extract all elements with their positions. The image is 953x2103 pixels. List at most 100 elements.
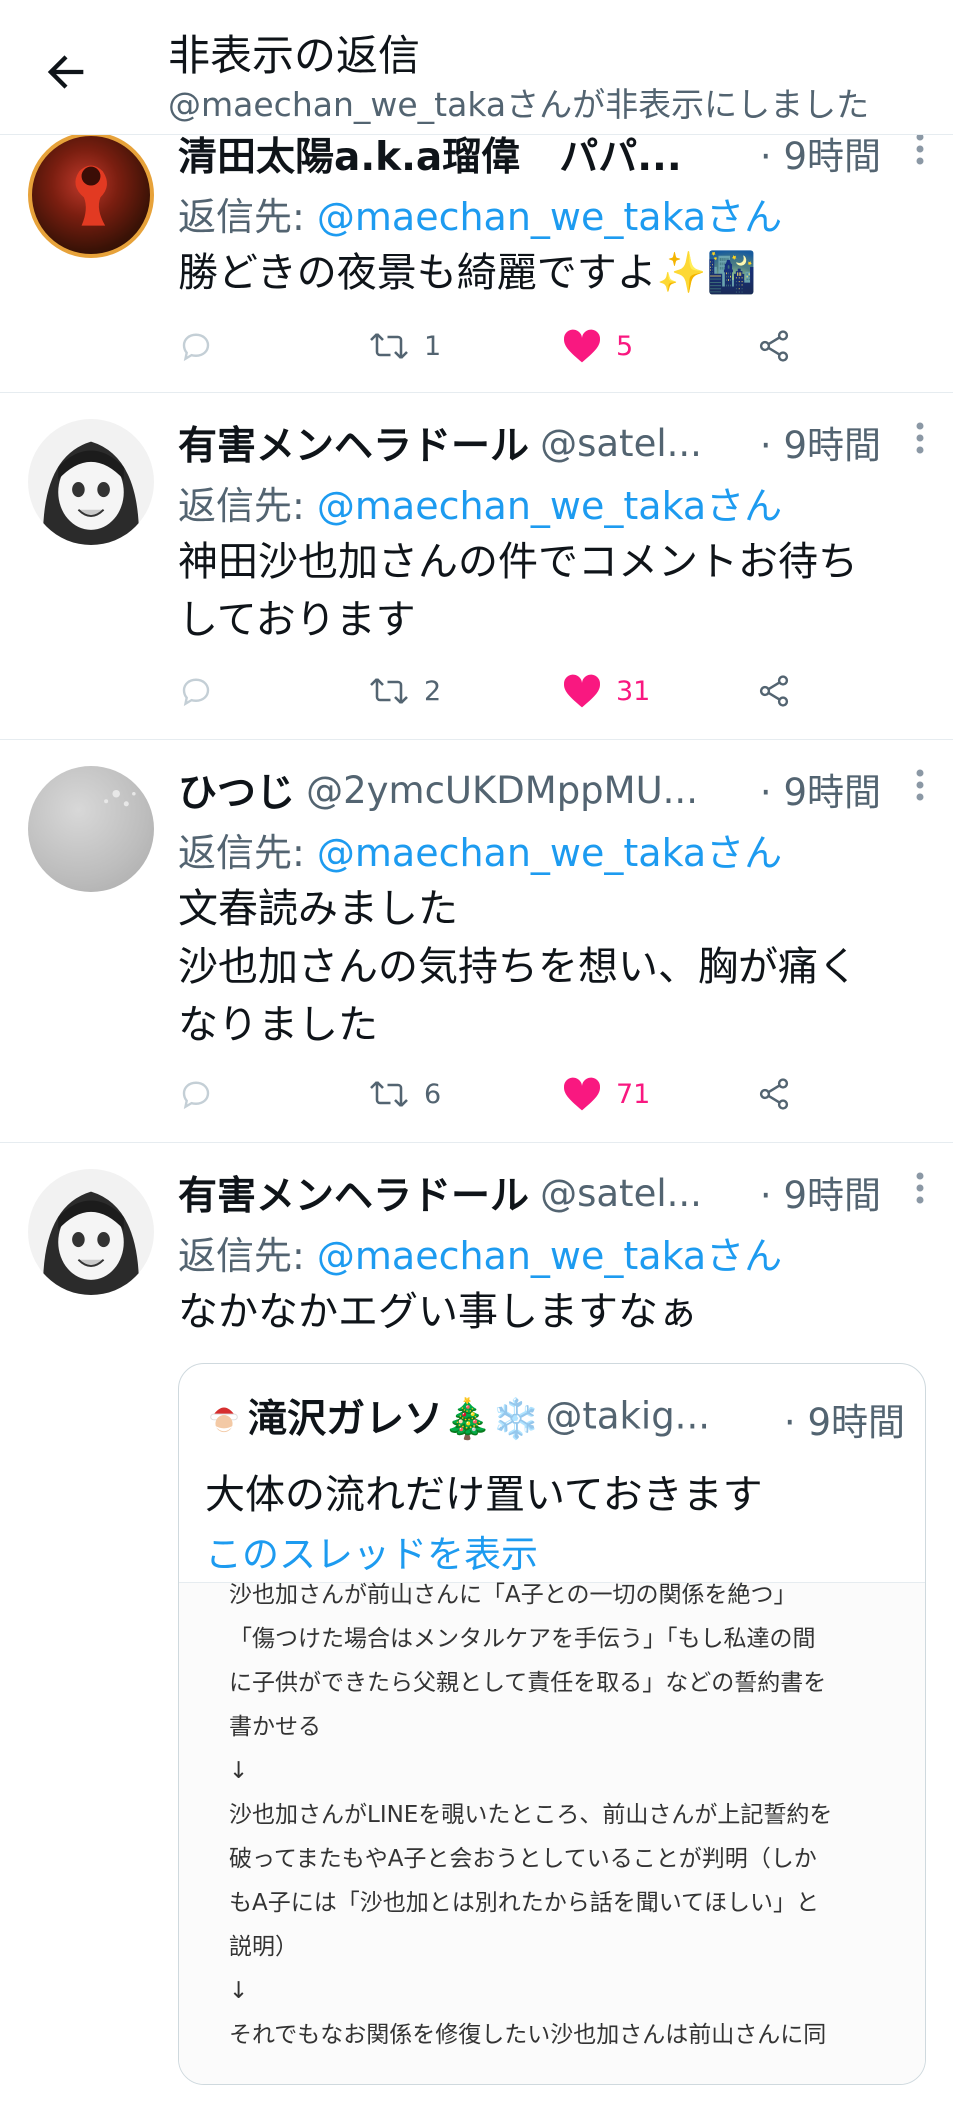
image-text-line: 書かせる (229, 1714, 321, 1740)
avatar-art-icon (75, 165, 107, 226)
reply-icon (182, 333, 210, 362)
reply-context: 返信先: @maechan_we_takaさん (178, 475, 782, 530)
tweet-text: 神田沙也加さんの件でコメントお待ち しております (178, 533, 923, 649)
image-text-line: 「傷つけた場合はメンタルケアを手伝う」「もし私達の間 (229, 1626, 816, 1652)
quoted-tweet-text: 大体の流れだけ置いておきます (205, 1472, 763, 1518)
share-icon (759, 675, 789, 707)
retweet-count: 6 (424, 1078, 442, 1110)
author-name[interactable]: 有害メンヘラドール (178, 1174, 529, 1219)
image-text-block: 沙也加さんが前山さんに「A子との一切の関係を絶つ」 「傷つけた場合はメンタルケア… (229, 1573, 895, 2057)
share-icon (759, 330, 789, 362)
tweet-text-line: 沙也加さんの気持ちを想い、胸が痛く (178, 944, 858, 990)
retweet-count: 1 (424, 330, 442, 362)
image-text-line: 破ってまたもやA子と会おうとしていることが判明（しか (229, 1846, 817, 1872)
like-button[interactable]: 31 (562, 673, 650, 709)
tweet[interactable]: 清田太陽a.k.a瑠偉 パパ... · 9時間 返信先: @maechan_we… (0, 132, 953, 393)
share-button[interactable] (756, 673, 792, 709)
like-button[interactable]: 71 (562, 1076, 650, 1112)
reply-icon (182, 1081, 210, 1110)
image-text-line: 沙也加さんが前山さんに「A子との一切の関係を絶つ」 (229, 1582, 797, 1608)
avatar[interactable] (28, 1169, 154, 1295)
image-text-line: もA子には「沙也加とは別れたから話を聞いてほしい」と (229, 1890, 820, 1916)
quoted-tweet[interactable]: 滝沢ガレソ🎄❄️ @takig... · 9時間 大体の流れだけ置いておきます … (178, 1363, 926, 2085)
retweet-icon (370, 678, 408, 704)
reply-button[interactable] (178, 673, 214, 709)
avatar[interactable] (28, 132, 154, 258)
image-text-line: 説明） (229, 1934, 298, 1960)
author-handle[interactable]: @2ymcUKDMppMU... (306, 769, 698, 812)
retweet-button[interactable]: 6 (368, 1076, 441, 1112)
reply-context: 返信先: @maechan_we_takaさん (178, 822, 782, 877)
retweet-icon (370, 1081, 408, 1107)
retweet-button[interactable]: 1 (368, 328, 441, 364)
author-handle[interactable]: @satel... (540, 1172, 702, 1215)
show-thread-link[interactable]: このスレッドを表示 (205, 1524, 538, 1578)
tweet[interactable]: 有害メンヘラドール @satel... · 9時間 返信先: @maechan_… (0, 1143, 953, 2103)
share-button[interactable] (756, 1076, 792, 1112)
tweet-text-line: 勝どきの夜景も綺麗ですよ✨🌃 (178, 250, 757, 296)
like-button[interactable]: 5 (562, 328, 633, 364)
timestamp[interactable]: · 9時間 (760, 762, 881, 816)
tweet-text-line: 神田沙也加さんの件でコメントお待ち (178, 539, 858, 585)
avatar[interactable] (28, 766, 154, 892)
reply-mention-link[interactable]: @maechan_we_takaさん (317, 831, 782, 875)
action-bar: 2 31 (178, 673, 818, 717)
retweet-icon (370, 333, 408, 359)
reply-prefix: 返信先: (178, 195, 317, 239)
page-subtitle: @maechan_we_takaさんが非表示にしました (168, 85, 870, 124)
share-button[interactable] (756, 328, 792, 364)
more-options-icon[interactable] (915, 132, 925, 166)
author-name[interactable]: 清田太陽a.k.a瑠偉 パパ... (178, 135, 682, 180)
quoted-timestamp[interactable]: · 9時間 (784, 1392, 905, 1446)
image-text-line: 沙也加さんがLINEを覗いたところ、前山さんが上記誓約を (229, 1802, 833, 1828)
reply-prefix: 返信先: (178, 1234, 317, 1278)
avatar[interactable] (28, 419, 154, 545)
reply-icon (182, 678, 210, 707)
action-bar: 1 5 (178, 328, 818, 372)
timestamp[interactable]: · 9時間 (760, 415, 881, 469)
more-options-icon[interactable] (915, 421, 925, 455)
reply-prefix: 返信先: (178, 484, 317, 528)
page-title: 非表示の返信 (168, 31, 421, 80)
tweet-text-line: なかなかエグい事しますなぁ (178, 1289, 698, 1335)
tweet-text-line: なりました (178, 1002, 378, 1048)
tweet-text: なかなかエグい事しますなぁ (178, 1283, 923, 1341)
heart-filled-icon (563, 1077, 601, 1111)
like-count: 5 (616, 330, 634, 362)
more-options-icon[interactable] (915, 1171, 925, 1205)
tweet-text: 文春読みました 沙也加さんの気持ちを想い、胸が痛く なりました (178, 880, 923, 1054)
author-name[interactable]: 有害メンヘラドール (178, 424, 529, 469)
image-text-line: ↓ (229, 1758, 249, 1784)
share-icon (759, 1078, 789, 1110)
image-text-line: それでもなお関係を修復したい沙也加さんは前山さんに同 (229, 2022, 827, 2048)
reply-mention-link[interactable]: @maechan_we_takaさん (317, 195, 782, 239)
manga-avatar-icon (43, 441, 139, 545)
action-bar: 6 71 (178, 1076, 818, 1120)
heart-filled-icon (563, 674, 601, 708)
reply-context: 返信先: @maechan_we_takaさん (178, 1225, 782, 1280)
retweet-count: 2 (424, 675, 442, 707)
quoted-author-handle[interactable]: @takig... (545, 1395, 710, 1438)
tweet[interactable]: 有害メンヘラドール @satel... · 9時間 返信先: @maechan_… (0, 393, 953, 740)
manga-avatar-icon (43, 1191, 139, 1295)
top-bar: 非表示の返信 @maechan_we_takaさんが非表示にしました (0, 0, 953, 135)
reply-mention-link[interactable]: @maechan_we_takaさん (317, 484, 782, 528)
author-handle[interactable]: @satel... (540, 422, 702, 465)
reply-context: 返信先: @maechan_we_takaさん (178, 186, 782, 241)
quoted-image[interactable]: 沙也加さんが前山さんに「A子との一切の関係を絶つ」 「傷つけた場合はメンタルケア… (179, 1582, 925, 2084)
reply-button[interactable] (178, 1076, 214, 1112)
timestamp[interactable]: · 9時間 (760, 1165, 881, 1219)
quoted-author-name[interactable]: 滝沢ガレソ🎄❄️ (248, 1397, 540, 1442)
back-arrow-icon[interactable] (40, 46, 92, 98)
reply-mention-link[interactable]: @maechan_we_takaさん (317, 1234, 782, 1278)
image-text-line: ↓ (229, 1978, 249, 2004)
retweet-button[interactable]: 2 (368, 673, 441, 709)
reply-prefix: 返信先: (178, 831, 317, 875)
tweet[interactable]: ひつじ @2ymcUKDMppMU... · 9時間 返信先: @maechan… (0, 740, 953, 1143)
reply-button[interactable] (178, 328, 214, 364)
image-text-line: に子供ができたら父親として責任を取る」などの誓約書を (229, 1670, 827, 1696)
tweet-text-line: 文春読みました (178, 886, 458, 932)
author-name[interactable]: ひつじ (178, 771, 295, 816)
more-options-icon[interactable] (915, 768, 925, 802)
heart-filled-icon (563, 329, 601, 363)
